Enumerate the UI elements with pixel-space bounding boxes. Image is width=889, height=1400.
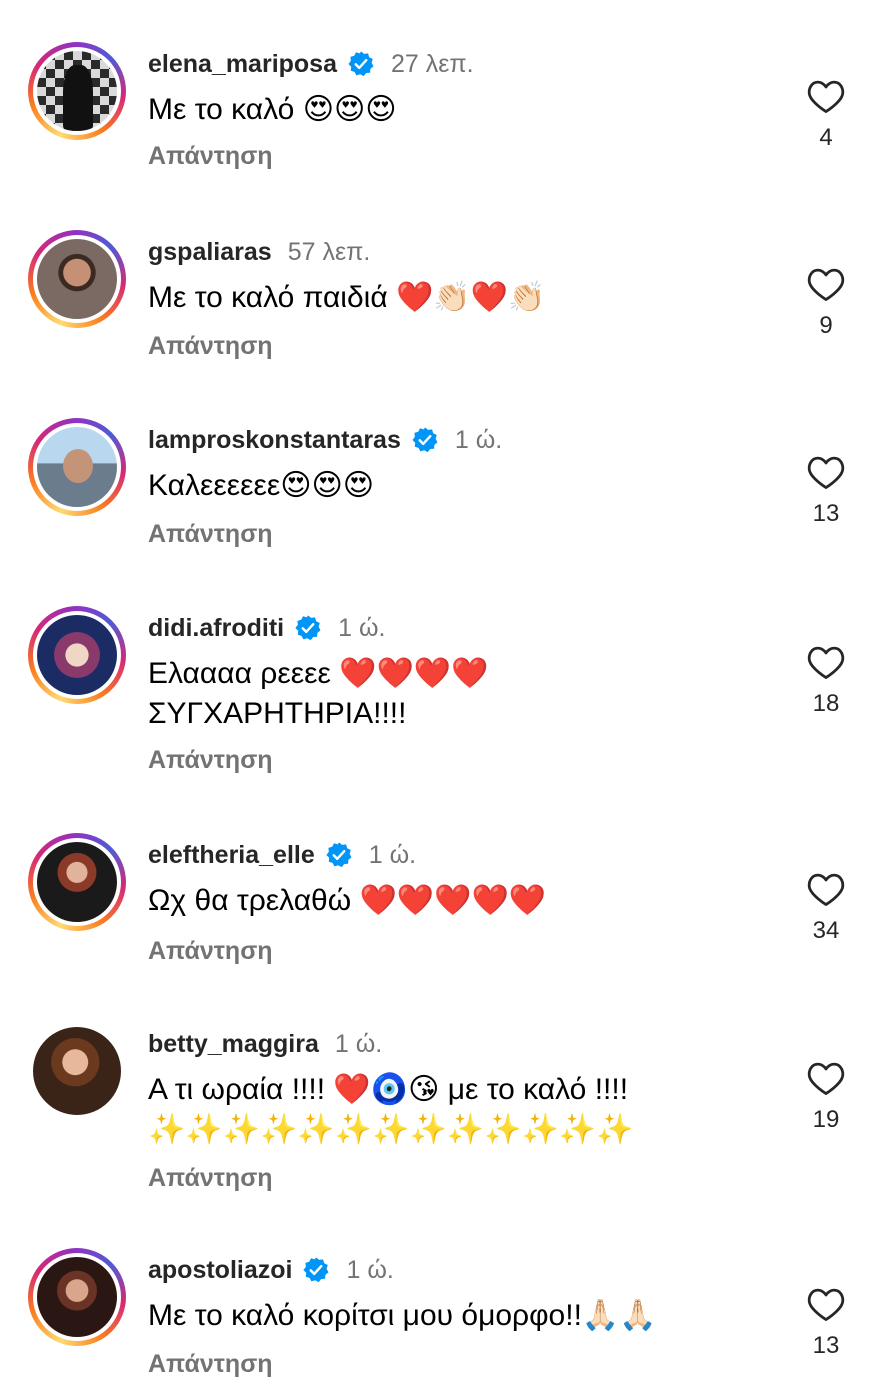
heart-outline-icon[interactable] (806, 78, 846, 114)
avatar-image (33, 1027, 121, 1115)
avatar-image (37, 427, 117, 507)
comment-timestamp: 1 ώ. (346, 1255, 394, 1284)
comment-timestamp: 1 ώ. (338, 613, 386, 642)
avatar-image (37, 51, 117, 131)
comment-timestamp: 1 ώ. (454, 425, 503, 454)
comment-username[interactable]: elena_mariposa (148, 50, 337, 79)
like-count[interactable]: 19 (804, 1106, 848, 1134)
comments-list: elena_mariposa 27 λεπ. Με το καλό 😍😍😍 Απ… (0, 0, 889, 1400)
heart-outline-icon[interactable] (806, 1286, 846, 1322)
like-count[interactable]: 4 (804, 124, 848, 152)
verified-badge-icon (348, 51, 374, 77)
comment-text: Με το καλό 😍😍😍 (148, 93, 397, 126)
heart-outline-icon[interactable] (806, 644, 846, 680)
like-count[interactable]: 13 (804, 1332, 848, 1360)
like-area: 19 (804, 1060, 848, 1134)
comment-text: Με το καλό παιδιά ❤️👏🏻❤️👏🏻 (148, 281, 546, 314)
comment-text: Ελαααα ρεεεε ❤️❤️❤️❤️ ΣΥΓΧΑΡΗΤΗΡΙΑ!!!! (148, 657, 489, 730)
like-count[interactable]: 13 (804, 500, 848, 528)
avatar-image (37, 239, 117, 319)
verified-badge-icon (303, 1257, 329, 1283)
like-area: 13 (804, 454, 848, 528)
comment-text: Α τι ωραία !!!! ❤️🧿😘 με το καλό !!!! ✨✨✨… (148, 1073, 634, 1146)
avatar[interactable] (28, 833, 126, 931)
like-count[interactable]: 9 (804, 312, 848, 340)
like-area: 9 (804, 266, 848, 340)
comment-timestamp: 1 ώ. (334, 1029, 383, 1058)
avatar[interactable] (28, 230, 126, 328)
verified-badge-icon (326, 842, 352, 868)
comment-timestamp: 27 λεπ. (391, 49, 474, 78)
comment-username[interactable]: betty_maggira (148, 1030, 319, 1059)
heart-outline-icon[interactable] (806, 871, 846, 907)
comment-username[interactable]: eleftheria_elle (148, 841, 315, 870)
comment-text: Με το καλό κορίτσι μου όμορφο!!🙏🏻🙏🏻 (148, 1299, 657, 1332)
reply-button[interactable]: Απάντηση (148, 1350, 273, 1379)
reply-button[interactable]: Απάντηση (148, 1164, 273, 1193)
avatar[interactable] (28, 606, 126, 704)
comment-timestamp: 1 ώ. (368, 840, 417, 869)
reply-button[interactable]: Απάντηση (148, 520, 273, 549)
like-count[interactable]: 34 (804, 917, 848, 945)
comment-username[interactable]: apostoliazoi (148, 1256, 292, 1285)
verified-badge-icon (412, 427, 438, 453)
reply-button[interactable]: Απάντηση (148, 746, 273, 775)
avatar-image (37, 842, 117, 922)
avatar-image (37, 1257, 117, 1337)
like-area: 13 (804, 1286, 848, 1360)
avatar[interactable] (28, 42, 126, 140)
comment-text: Ωχ θα τρελαθώ ❤️❤️❤️❤️❤️ (148, 884, 547, 917)
comment-username[interactable]: lamproskonstantaras (148, 426, 401, 455)
avatar-image (37, 615, 117, 695)
avatar[interactable] (28, 1022, 126, 1120)
avatar[interactable] (28, 418, 126, 516)
like-area: 4 (804, 78, 848, 152)
like-area: 34 (804, 871, 848, 945)
comment-text: Καλεεεεεε😍😍😍 (148, 469, 375, 502)
reply-button[interactable]: Απάντηση (148, 937, 273, 966)
comment-timestamp: 57 λεπ. (287, 237, 371, 266)
reply-button[interactable]: Απάντηση (148, 332, 273, 361)
heart-outline-icon[interactable] (806, 454, 846, 490)
like-count[interactable]: 18 (804, 690, 848, 718)
heart-outline-icon[interactable] (806, 266, 846, 302)
heart-outline-icon[interactable] (806, 1060, 846, 1096)
like-area: 18 (804, 644, 848, 718)
avatar[interactable] (28, 1248, 126, 1346)
verified-badge-icon (295, 615, 321, 641)
comment-username[interactable]: didi.afroditi (148, 614, 284, 643)
comment-username[interactable]: gspaliaras (148, 238, 272, 267)
reply-button[interactable]: Απάντηση (148, 142, 273, 171)
